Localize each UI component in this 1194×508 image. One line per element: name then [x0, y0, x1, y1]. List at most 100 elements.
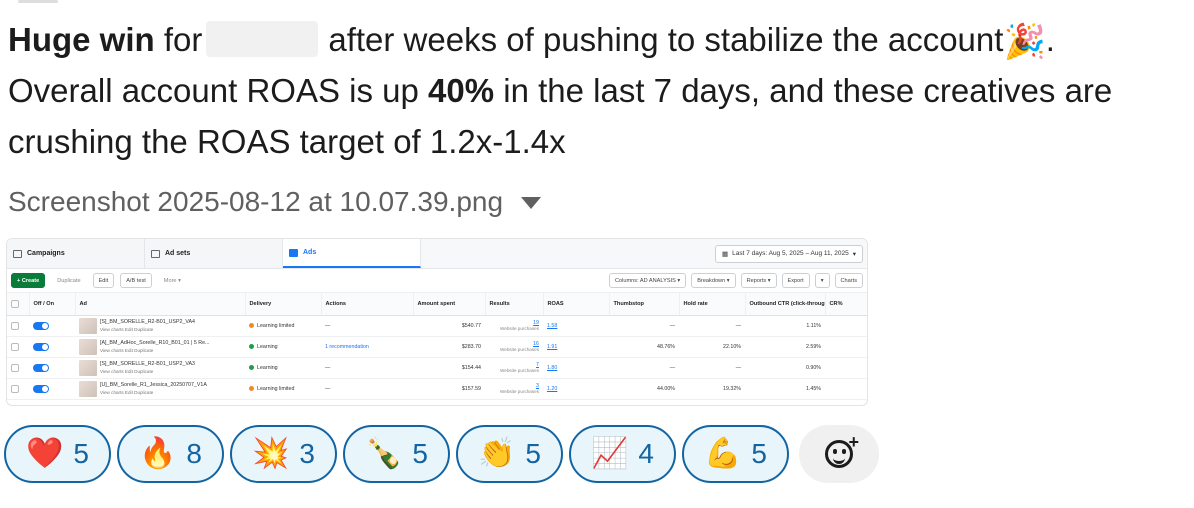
reaction-count: 4	[638, 438, 654, 469]
attachment-header[interactable]: Screenshot 2025-08-12 at 10.07.39.png	[8, 186, 542, 218]
roas-cell: 1.80	[543, 357, 609, 379]
results-type: Website purchases	[500, 347, 539, 352]
ctr-value: 2.59%	[745, 336, 825, 358]
column-header: Ad	[75, 293, 246, 316]
delivery-cell: Learning limited	[245, 315, 321, 337]
column-header: Results	[485, 293, 544, 316]
thumbstop-value: —	[609, 357, 679, 379]
tab-label: Ads	[303, 249, 317, 256]
results-cell: 19 Website purchases	[485, 315, 543, 337]
ad-thumbnail	[79, 359, 97, 376]
chart-increasing-icon: 📈	[591, 437, 629, 470]
create-button: + Create	[11, 273, 46, 288]
ad-name: [S]_BM_SORELLE_R2-B01_USP2_VA3	[100, 360, 196, 367]
roas-value: 1.80	[547, 364, 558, 371]
ads-manager-tabs: Campaigns Ad sets Ads ▦ Last 7 days: Aug …	[7, 239, 867, 269]
actions-cell: —	[321, 357, 413, 379]
hold-rate-value: —	[679, 315, 745, 337]
message-text: .	[1045, 21, 1055, 58]
actions-value: —	[325, 364, 331, 371]
checkbox	[11, 363, 19, 372]
reaction-pill[interactable]: 📈 4	[569, 425, 676, 483]
ctr-value: 1.45%	[745, 378, 825, 400]
reaction-pill[interactable]: 🔥 8	[117, 425, 224, 483]
table-row: [S]_BM_SORELLE_R2-B01_USP2_VA3 View chart…	[7, 357, 867, 379]
results-cell: 3 Website purchases	[485, 378, 543, 400]
delivery-status: Learning	[257, 343, 278, 350]
cr-value	[825, 357, 867, 379]
add-reaction-button[interactable]: +	[799, 425, 879, 483]
results-type: Website purchases	[500, 326, 539, 331]
roas-value: 1.58	[547, 322, 558, 329]
ad-row-actions: View charts Edit Duplicate	[100, 326, 154, 332]
column-header: Amount spent	[413, 293, 486, 316]
amount-spent: $154.44	[413, 357, 485, 379]
checkbox	[11, 299, 19, 308]
ab-test-button: A/B test	[120, 273, 152, 288]
ad-cell: [S]_BM_SORELLE_R2-B01_USP2_VA3 View chart…	[75, 357, 245, 379]
reaction-count: 5	[412, 438, 428, 469]
ad-cell: [U]_BM_Sorelle_R1_Jessica_20250707_V1A Vi…	[75, 378, 245, 400]
ad-thumbnail	[79, 380, 97, 397]
column-header: Actions	[321, 293, 414, 316]
message-text: for	[163, 21, 203, 58]
ad-name: [S]_BM_SORELLE_R2-B01_USP2_VA4	[100, 318, 196, 325]
attachment-filename[interactable]: Screenshot 2025-08-12 at 10.07.39.png	[8, 186, 503, 218]
delivery-status: Learning	[257, 364, 278, 371]
calendar-icon: ▦	[721, 250, 729, 258]
ad-name: [A]_BM_AdHoc_Sorelle_R10_B01_01 | 5 Re..…	[100, 339, 210, 346]
checkbox	[11, 342, 19, 351]
ad-row-actions: View charts Edit Duplicate	[100, 389, 154, 395]
chevron-down-icon: ▾	[852, 250, 856, 258]
table-row: [A]_BM_AdHoc_Sorelle_R10_B01_01 | 5 Re..…	[7, 336, 867, 358]
cr-value	[825, 378, 867, 400]
attached-screenshot[interactable]: Campaigns Ad sets Ads ▦ Last 7 days: Aug …	[6, 238, 868, 406]
delivery-cell: Learning	[245, 336, 321, 358]
reaction-pill[interactable]: 💪 5	[682, 425, 789, 483]
tab-label: Campaigns	[27, 250, 65, 257]
thumbstop-value: 44.00%	[609, 378, 679, 400]
hold-rate-value: 19.32%	[679, 378, 745, 400]
reaction-pill[interactable]: ❤️ 5	[4, 425, 111, 483]
actions-value: 1 recommendation	[325, 343, 369, 350]
column-header: ROAS	[543, 293, 610, 316]
duplicate-button: Duplicate	[51, 273, 87, 288]
ads-table: Off / On Ad Delivery Actions Amount spen…	[7, 293, 867, 400]
flexed-biceps-icon: 💪	[704, 437, 742, 470]
delivery-status: Learning limited	[257, 385, 295, 392]
previous-message-edge	[18, 0, 58, 3]
column-header: Hold rate	[679, 293, 746, 316]
toggle-cell	[29, 378, 75, 400]
row-checkbox-cell	[7, 357, 29, 379]
row-checkbox-cell	[7, 336, 29, 358]
reaction-count: 8	[186, 438, 202, 469]
export-dropdown: ▾	[814, 273, 830, 288]
message-text: after weeks of pushing to stabilize the …	[328, 21, 1004, 58]
more-button: More ▾	[157, 273, 187, 288]
actions-cell: —	[321, 378, 413, 400]
reaction-pill[interactable]: 🍾 5	[343, 425, 450, 483]
column-header: CR%	[825, 293, 867, 316]
cr-value	[825, 315, 867, 337]
message-bold-stat: 40%	[428, 72, 495, 109]
reaction-pill[interactable]: 💥 3	[230, 425, 337, 483]
actions-value: —	[325, 322, 331, 329]
table-row: [S]_BM_SORELLE_R2-B01_USP2_VA4 View chart…	[7, 315, 867, 337]
redacted-name	[206, 21, 319, 57]
checkbox	[11, 384, 19, 393]
reaction-pill[interactable]: 👏 5	[456, 425, 563, 483]
plus-icon: +	[848, 432, 859, 452]
ad-toggle	[33, 321, 49, 330]
ad-row-actions: View charts Edit Duplicate	[100, 347, 154, 353]
table-row: [U]_BM_Sorelle_R1_Jessica_20250707_V1A Vi…	[7, 378, 867, 400]
red-heart-icon: ❤️	[26, 437, 64, 470]
reaction-count: 5	[73, 438, 89, 469]
tab-campaigns: Campaigns	[7, 239, 145, 268]
hold-rate-value: 22.10%	[679, 336, 745, 358]
thumbstop-value: 48.76%	[609, 336, 679, 358]
ad-name: [U]_BM_Sorelle_R1_Jessica_20250707_V1A	[100, 381, 207, 388]
edit-button: Edit	[92, 273, 115, 288]
ad-cell: [A]_BM_AdHoc_Sorelle_R10_B01_01 | 5 Re..…	[75, 336, 245, 358]
caret-down-icon[interactable]	[521, 197, 542, 209]
amount-spent: $540.77	[413, 315, 485, 337]
